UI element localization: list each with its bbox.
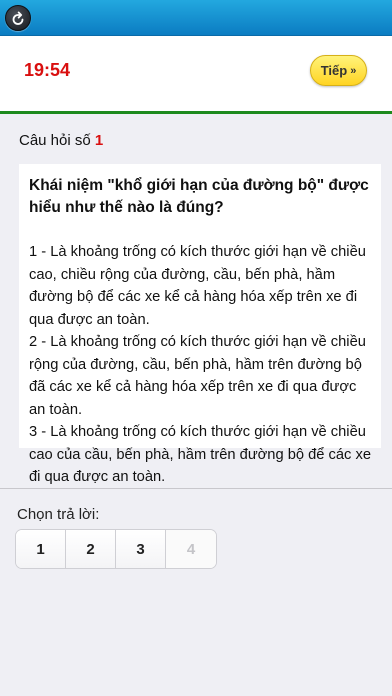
- question-header: Câu hỏi số 1: [19, 132, 103, 149]
- quiz-toolbar: 19:54 Tiếp »: [0, 36, 392, 114]
- question-label: Câu hỏi số: [19, 132, 91, 149]
- section-divider: [0, 488, 392, 489]
- answer-prompt: Chọn trả lời:: [17, 506, 100, 523]
- answer-option-1[interactable]: 1: [16, 530, 66, 568]
- question-options-text: 1 - Là khoảng trống có kích thước giới h…: [29, 244, 371, 485]
- countdown-timer: 19:54: [24, 60, 71, 80]
- next-button[interactable]: Tiếp »: [310, 55, 367, 86]
- question-number: 1: [94, 132, 104, 149]
- question-title: Khái niệm "khổ giới hạn của đường bộ" đư…: [29, 177, 369, 216]
- back-arrow-icon: [12, 11, 24, 25]
- double-chevron-right-icon: »: [350, 64, 357, 77]
- navigation-bar: [0, 0, 392, 36]
- question-card: Khái niệm "khổ giới hạn của đường bộ" đư…: [19, 164, 381, 485]
- answer-segmented-control: 1 2 3 4: [15, 529, 217, 569]
- answer-option-2[interactable]: 2: [66, 530, 116, 568]
- answer-option-3[interactable]: 3: [116, 530, 166, 568]
- next-button-label: Tiếp: [320, 63, 348, 78]
- answer-option-4[interactable]: 4: [166, 530, 216, 568]
- back-button[interactable]: [5, 5, 31, 31]
